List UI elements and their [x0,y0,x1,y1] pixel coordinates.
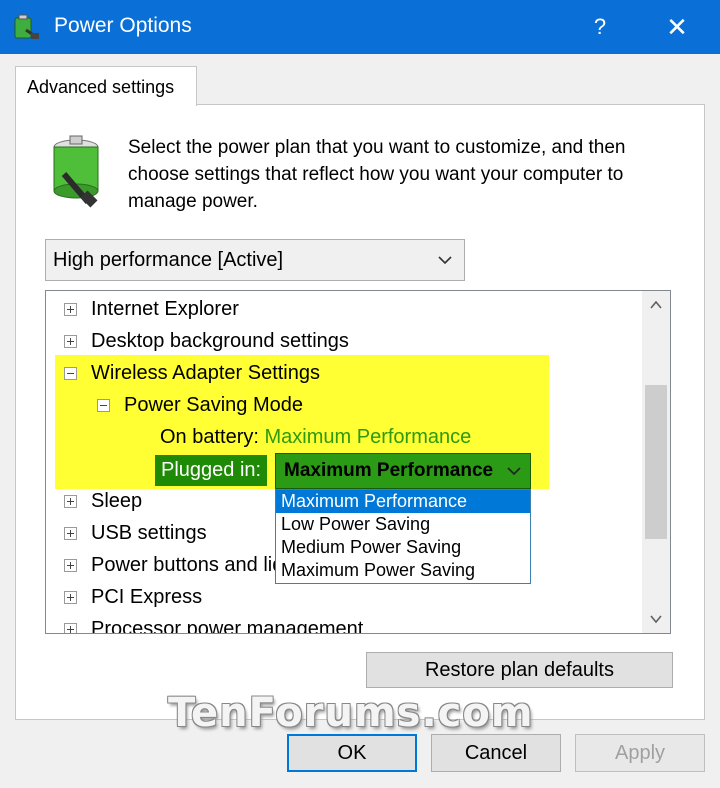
battery-icon [53,135,99,208]
dropdown-option[interactable]: Medium Power Saving [276,536,530,559]
tree-item-label: Processor power management [91,618,364,634]
dropdown-option[interactable]: Maximum Performance [276,490,530,513]
chevron-down-icon [438,240,452,294]
plugged-in-label: Plugged in: [155,455,268,486]
tree-item-pci-express[interactable]: PCI Express [64,582,202,612]
tree-item-wireless-adapter[interactable]: Wireless Adapter Settings [64,358,320,388]
scroll-down-icon[interactable] [642,605,670,633]
scrollbar-thumb[interactable] [645,385,667,539]
tree-item-processor-power[interactable]: Processor power management [64,614,364,634]
close-button[interactable]: ✕ [650,4,704,50]
on-battery-value[interactable]: Maximum Performance [265,426,472,448]
tree-item-power-saving-mode[interactable]: Power Saving Mode [97,390,303,420]
tree-item-on-battery[interactable]: On battery: Maximum Performance [160,422,471,452]
expand-icon[interactable] [64,335,77,348]
tree-item-label: Internet Explorer [91,298,239,320]
dropdown-option[interactable]: Low Power Saving [276,513,530,536]
apply-button[interactable]: Apply [575,734,705,772]
power-plan-select[interactable]: High performance [Active] [45,239,465,281]
title-bar: Power Options ? ✕ [0,0,720,54]
power-options-icon [14,14,39,40]
tree-scrollbar[interactable] [642,291,670,633]
collapse-icon[interactable] [64,367,77,380]
description-text: Select the power plan that you want to c… [128,137,626,212]
tree-item-label: Power buttons and lid [91,554,284,576]
tree-item-sleep[interactable]: Sleep [64,486,142,516]
tab-advanced-settings[interactable]: Advanced settings [15,66,197,106]
tree-item-internet-explorer[interactable]: Internet Explorer [64,294,239,324]
tree-item-label: Desktop background settings [91,330,349,352]
scroll-up-icon[interactable] [642,291,670,319]
expand-icon[interactable] [64,527,77,540]
dropdown-option[interactable]: Maximum Power Saving [276,559,530,582]
collapse-icon[interactable] [97,399,110,412]
on-battery-label: On battery: [160,426,259,448]
tree-item-usb-settings[interactable]: USB settings [64,518,207,548]
tree-item-power-buttons[interactable]: Power buttons and lid [64,550,283,580]
expand-icon[interactable] [64,303,77,316]
tree-item-label: USB settings [91,522,207,544]
cancel-button[interactable]: Cancel [431,734,561,772]
help-button[interactable]: ? [578,4,622,50]
power-plan-select-value: High performance [Active] [53,249,284,271]
expand-icon[interactable] [64,559,77,572]
tree-item-label: Sleep [91,490,143,512]
window-title: Power Options [54,14,192,37]
watermark-text: TenForums.com [168,690,534,736]
plugged-in-dropdown-list: Maximum Performance Low Power Saving Med… [275,489,531,584]
tree-item-label: Wireless Adapter Settings [91,362,320,384]
plugged-in-select[interactable]: Maximum Performance [275,453,531,489]
ok-button[interactable]: OK [287,734,417,772]
tree-item-label: Power Saving Mode [124,394,303,416]
plugged-in-value: Maximum Performance [284,460,494,481]
tree-item-label: PCI Express [91,586,203,608]
tree-item-desktop-background[interactable]: Desktop background settings [64,326,349,356]
expand-icon[interactable] [64,591,77,604]
expand-icon[interactable] [64,495,77,508]
settings-tree[interactable]: Internet Explorer Desktop background set… [45,290,671,634]
expand-icon[interactable] [64,623,77,633]
restore-plan-defaults-button[interactable]: Restore plan defaults [366,652,673,688]
